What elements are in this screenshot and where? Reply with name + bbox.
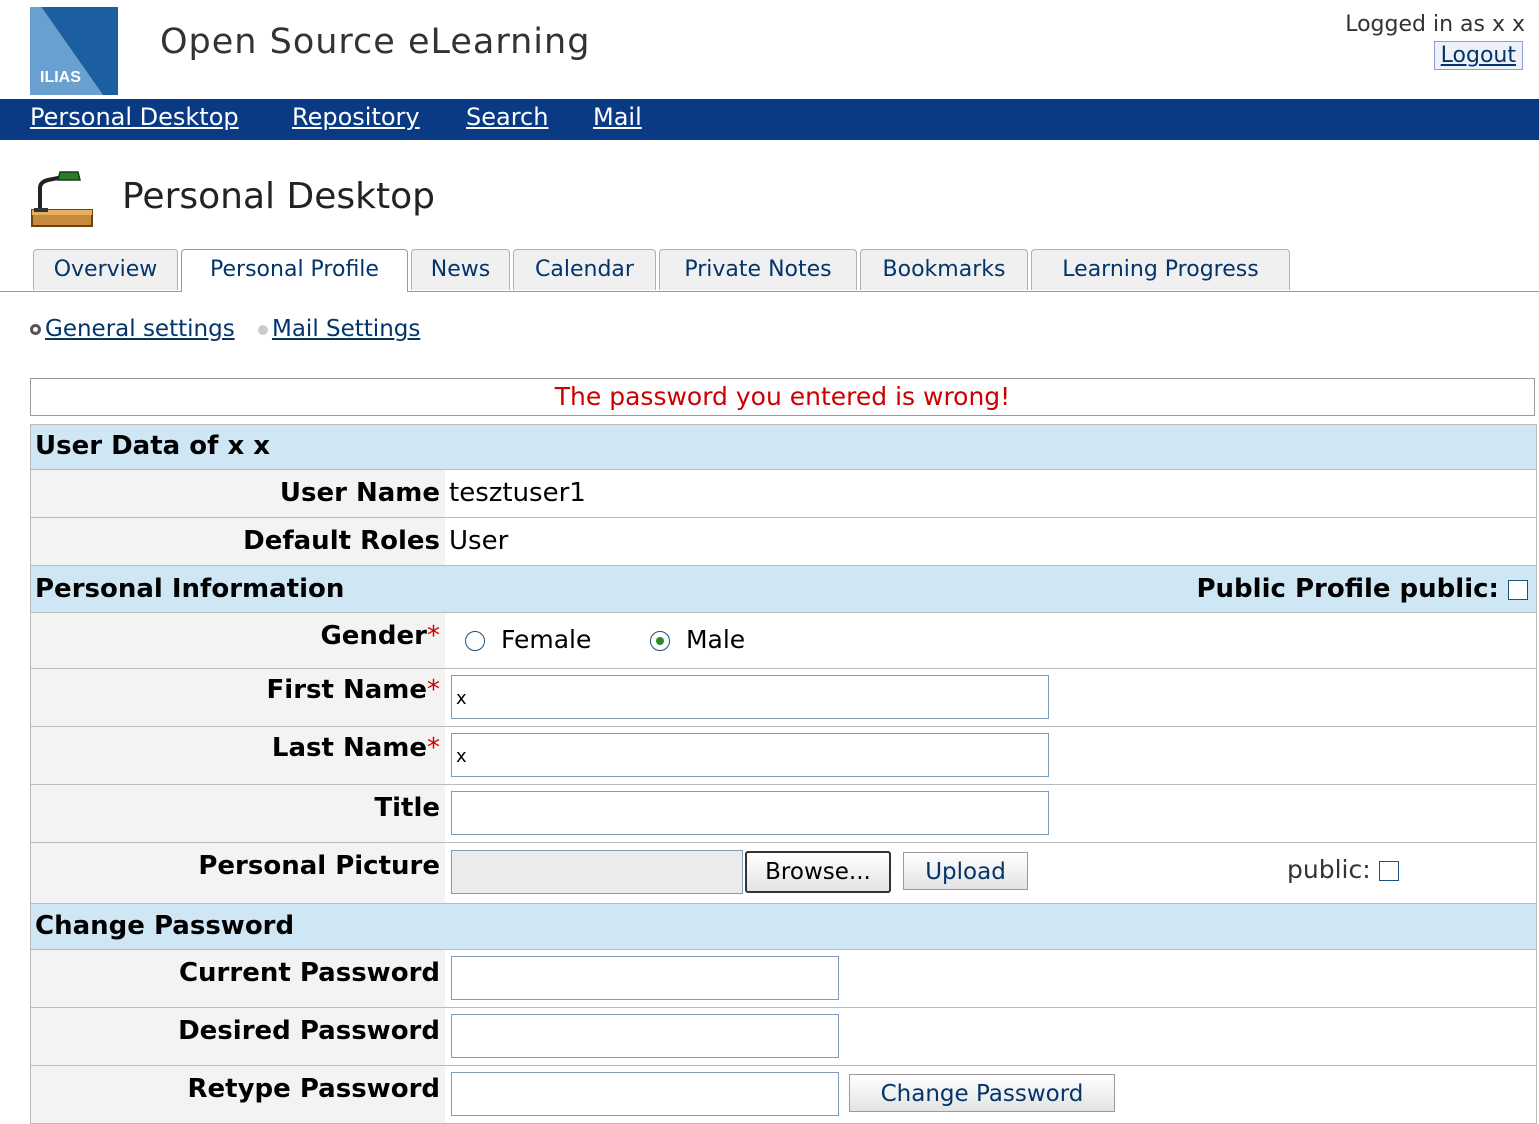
gender-male-option[interactable]: Male: [650, 625, 745, 654]
gender-label: Gender*: [320, 621, 440, 651]
nav-repository[interactable]: Repository: [292, 103, 420, 131]
logout-box: Logout: [1433, 41, 1523, 70]
male-radio[interactable]: [650, 631, 670, 651]
picture-public-label: public:: [1287, 855, 1371, 884]
section-user-data: User Data of x x: [31, 425, 1536, 470]
section-title: User Data of x x: [35, 431, 271, 461]
tab-overview[interactable]: Overview: [33, 249, 178, 290]
error-message: The password you entered is wrong!: [30, 378, 1535, 416]
change-password-button[interactable]: Change Password: [849, 1074, 1115, 1112]
tab-learning-progress[interactable]: Learning Progress: [1031, 249, 1290, 290]
tab-bar: Overview Personal Profile News Calendar …: [0, 249, 1539, 292]
retype-password-input[interactable]: [451, 1072, 839, 1116]
profile-form: User Data of x x User Name tesztuser1 De…: [30, 424, 1537, 1124]
first-name-label: First Name*: [266, 675, 440, 705]
female-radio[interactable]: [465, 631, 485, 651]
picture-public-checkbox[interactable]: [1378, 861, 1399, 881]
inactive-bullet-icon: [257, 324, 268, 335]
picture-file-input[interactable]: [451, 850, 743, 894]
retype-password-label: Retype Password: [187, 1074, 441, 1104]
desired-password-input[interactable]: [451, 1014, 839, 1058]
row-last-name: Last Name* x: [31, 727, 1536, 785]
nav-personal-desktop[interactable]: Personal Desktop: [30, 103, 239, 131]
required-asterisk: *: [427, 621, 440, 651]
user-name-label: User Name: [279, 478, 440, 508]
page-title: Personal Desktop: [122, 176, 435, 217]
header: ILIAS Open Source eLearning Logged in as…: [0, 0, 1539, 99]
required-asterisk: *: [427, 733, 440, 763]
row-title: Title: [31, 785, 1536, 843]
row-user-name: User Name tesztuser1: [31, 470, 1536, 518]
ilias-logo[interactable]: ILIAS: [30, 7, 118, 95]
upload-button[interactable]: Upload: [903, 852, 1028, 890]
public-profile-label: Public Profile public:: [1196, 574, 1499, 604]
browse-button[interactable]: Browse...: [745, 851, 891, 893]
active-bullet-icon: [30, 324, 41, 335]
nav-search[interactable]: Search: [466, 103, 548, 131]
user-name-value: tesztuser1: [449, 478, 586, 508]
row-current-password: Current Password: [31, 950, 1536, 1008]
section-title: Change Password: [35, 911, 295, 941]
row-desired-password: Desired Password: [31, 1008, 1536, 1066]
section-title: Personal Information: [35, 574, 345, 604]
main-nav: Personal Desktop Repository Search Mail: [0, 99, 1539, 140]
row-gender: Gender* Female Male: [31, 613, 1536, 669]
gender-female-option[interactable]: Female: [465, 625, 591, 654]
title-input[interactable]: [451, 791, 1049, 835]
tab-calendar[interactable]: Calendar: [513, 249, 656, 290]
nav-mail[interactable]: Mail: [593, 103, 642, 131]
tab-private-notes[interactable]: Private Notes: [659, 249, 857, 290]
current-password-label: Current Password: [178, 958, 440, 988]
subtabs: General settings Mail Settings: [30, 316, 420, 342]
female-label: Female: [500, 625, 592, 654]
first-name-input[interactable]: x: [451, 675, 1049, 719]
desired-password-label: Desired Password: [178, 1016, 440, 1046]
tab-news[interactable]: News: [411, 249, 510, 290]
public-profile: Public Profile public:: [1196, 574, 1528, 604]
default-roles-value: User: [449, 526, 509, 556]
site-title: Open Source eLearning: [160, 22, 591, 62]
logout-link[interactable]: Logout: [1441, 43, 1516, 68]
row-default-roles: Default Roles User: [31, 518, 1536, 566]
male-label: Male: [685, 625, 746, 654]
subtab-mail-settings[interactable]: Mail Settings: [272, 316, 420, 342]
required-asterisk: *: [427, 675, 440, 705]
logo-text: ILIAS: [40, 69, 81, 86]
subtab-general-settings[interactable]: General settings: [45, 316, 235, 342]
section-change-password: Change Password: [31, 904, 1536, 950]
row-first-name: First Name* x: [31, 669, 1536, 727]
default-roles-label: Default Roles: [243, 526, 440, 556]
personal-picture-label: Personal Picture: [198, 851, 440, 881]
title-label: Title: [374, 793, 440, 823]
public-profile-checkbox[interactable]: [1508, 579, 1528, 600]
section-personal-information: Personal Information Public Profile publ…: [31, 566, 1536, 613]
tab-bookmarks[interactable]: Bookmarks: [860, 249, 1028, 290]
logged-in-text: Logged in as x x: [1345, 12, 1525, 37]
row-retype-password: Retype Password Change Password: [31, 1066, 1536, 1123]
last-name-input[interactable]: x: [451, 733, 1049, 777]
last-name-label: Last Name*: [271, 733, 440, 763]
current-password-input[interactable]: [451, 956, 839, 1000]
row-personal-picture: Personal Picture Browse... Upload public…: [31, 843, 1536, 904]
desk-lamp-icon: [31, 171, 93, 227]
picture-public: public:: [1287, 855, 1399, 884]
tab-personal-profile[interactable]: Personal Profile: [181, 249, 408, 292]
